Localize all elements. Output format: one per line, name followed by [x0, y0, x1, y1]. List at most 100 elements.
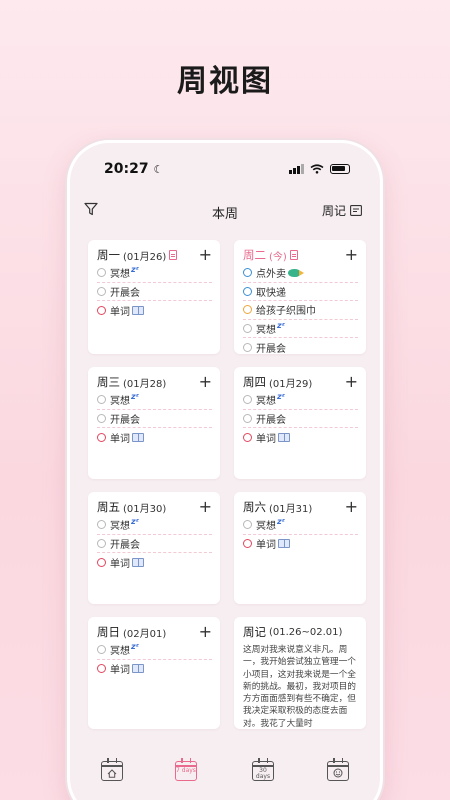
task-checkbox[interactable]: [97, 395, 106, 405]
sleep-icon: zᶻ: [131, 517, 139, 527]
task-item[interactable]: 开晨会: [243, 338, 358, 357]
task-item[interactable]: 冥想 zᶻ: [97, 264, 212, 283]
home-icon: [107, 769, 117, 778]
add-task-button[interactable]: +: [199, 247, 212, 263]
day-date: (01月28): [123, 378, 167, 390]
day-name: 周四: [243, 375, 266, 389]
note-icon[interactable]: [289, 250, 298, 260]
task-checkbox[interactable]: [97, 557, 106, 567]
status-time: 20:27 ☾: [104, 161, 164, 177]
task-item[interactable]: 单词: [243, 428, 358, 447]
book-icon: [132, 557, 144, 567]
tab-7days[interactable]: 7 days: [174, 758, 198, 785]
task-checkbox[interactable]: [243, 520, 252, 530]
task-checkbox[interactable]: [243, 539, 252, 549]
task-label: 单词: [256, 540, 276, 552]
tab-home[interactable]: [100, 758, 124, 785]
add-task-button[interactable]: +: [345, 247, 358, 263]
task-checkbox[interactable]: [243, 395, 252, 405]
day-card-header: 周五 (01月30) +: [97, 498, 212, 516]
status-bar: 20:27 ☾: [70, 161, 380, 183]
task-checkbox[interactable]: [97, 286, 106, 296]
task-checkbox[interactable]: [97, 664, 106, 674]
task-label: 冥想: [256, 396, 276, 408]
task-item[interactable]: 冥想 zᶻ: [243, 391, 358, 410]
day-name: 周一: [97, 248, 120, 262]
tab-label: 30 days: [255, 767, 271, 780]
book-icon: [132, 305, 144, 315]
day-card: 周六 (01月31) + 冥想 zᶻ 单词: [234, 492, 366, 604]
promo-title: 周视图: [177, 64, 273, 99]
day-card: 周三 (01月28) + 冥想 zᶻ 开晨会 单词: [88, 367, 220, 479]
task-item[interactable]: 单词: [97, 660, 212, 679]
sleep-icon: zᶻ: [277, 517, 285, 527]
sleep-icon: zᶻ: [131, 265, 139, 275]
task-checkbox[interactable]: [97, 645, 106, 655]
journal-button[interactable]: 周记: [322, 202, 362, 219]
task-item[interactable]: 开晨会: [97, 535, 212, 553]
add-task-button[interactable]: +: [345, 499, 358, 515]
task-checkbox[interactable]: [243, 268, 252, 278]
task-item[interactable]: 单词: [243, 535, 358, 554]
task-label: 开晨会: [110, 414, 140, 426]
task-label: 单词: [110, 433, 130, 445]
task-item[interactable]: 冥想 zᶻ: [97, 391, 212, 410]
task-item[interactable]: 开晨会: [243, 410, 358, 428]
smiley-icon: [333, 768, 343, 778]
task-checkbox[interactable]: [243, 432, 252, 442]
task-item[interactable]: 单词: [97, 428, 212, 447]
task-checkbox[interactable]: [243, 305, 252, 315]
sleep-icon: zᶻ: [277, 320, 285, 330]
journal-title: 周记: [243, 625, 266, 639]
day-card: 周二 (今) + 点外卖 取快递 给孩子织围巾 冥想 zᶻ 开晨会: [234, 240, 366, 357]
mood-calendar-icon: [327, 758, 349, 781]
task-label: 单词: [110, 306, 130, 318]
task-checkbox[interactable]: [243, 413, 252, 423]
task-item[interactable]: 开晨会: [97, 410, 212, 428]
tab-mood[interactable]: [326, 758, 350, 785]
task-item[interactable]: 点外卖: [243, 264, 358, 283]
task-checkbox[interactable]: [97, 268, 106, 278]
journal-card[interactable]: 周记 (01.26~02.01) 这周对我来说意义非凡。周一，我开始尝试独立管理一个…: [234, 617, 366, 729]
task-item[interactable]: 冥想 zᶻ: [243, 320, 358, 338]
task-item[interactable]: 单词: [97, 301, 212, 320]
30days-calendar-icon: 30 days: [252, 758, 274, 781]
fish-icon: [288, 268, 304, 277]
day-name: 周五: [97, 500, 120, 514]
signal-icon: [289, 164, 304, 174]
task-item[interactable]: 单词: [97, 553, 212, 572]
add-task-button[interactable]: +: [199, 374, 212, 390]
task-checkbox[interactable]: [97, 413, 106, 423]
task-item[interactable]: 取快递: [243, 283, 358, 301]
add-task-button[interactable]: +: [345, 374, 358, 390]
task-checkbox[interactable]: [97, 520, 106, 530]
add-task-button[interactable]: +: [199, 624, 212, 640]
book-icon: [278, 539, 290, 549]
task-item[interactable]: 给孩子织围巾: [243, 301, 358, 320]
task-checkbox[interactable]: [243, 286, 252, 296]
task-item[interactable]: 冥想 zᶻ: [97, 641, 212, 660]
task-item[interactable]: 冥想 zᶻ: [97, 516, 212, 535]
day-card-header: 周二 (今) +: [243, 246, 358, 264]
task-checkbox[interactable]: [97, 432, 106, 442]
tab-30days[interactable]: 30 days: [251, 758, 275, 785]
day-date: (01月29): [269, 378, 313, 390]
task-checkbox[interactable]: [243, 323, 252, 333]
book-icon: [132, 664, 144, 674]
task-checkbox[interactable]: [97, 538, 106, 548]
task-label: 单词: [110, 665, 130, 677]
task-item[interactable]: 冥想 zᶻ: [243, 516, 358, 535]
day-card: 周四 (01月29) + 冥想 zᶻ 开晨会 单词: [234, 367, 366, 479]
tab-bar: 7 days 30 days: [70, 758, 380, 795]
day-date: (01月30): [123, 503, 167, 515]
add-task-button[interactable]: +: [199, 499, 212, 515]
task-checkbox[interactable]: [243, 342, 252, 352]
task-item[interactable]: 开晨会: [97, 283, 212, 301]
task-checkbox[interactable]: [97, 305, 106, 315]
sleep-icon: zᶻ: [277, 392, 285, 402]
sleep-icon: zᶻ: [131, 642, 139, 652]
task-label: 冥想: [110, 646, 130, 658]
task-label: 冥想: [110, 396, 130, 408]
note-icon[interactable]: [169, 250, 178, 260]
day-card: 周五 (01月30) + 冥想 zᶻ 开晨会 单词: [88, 492, 220, 604]
